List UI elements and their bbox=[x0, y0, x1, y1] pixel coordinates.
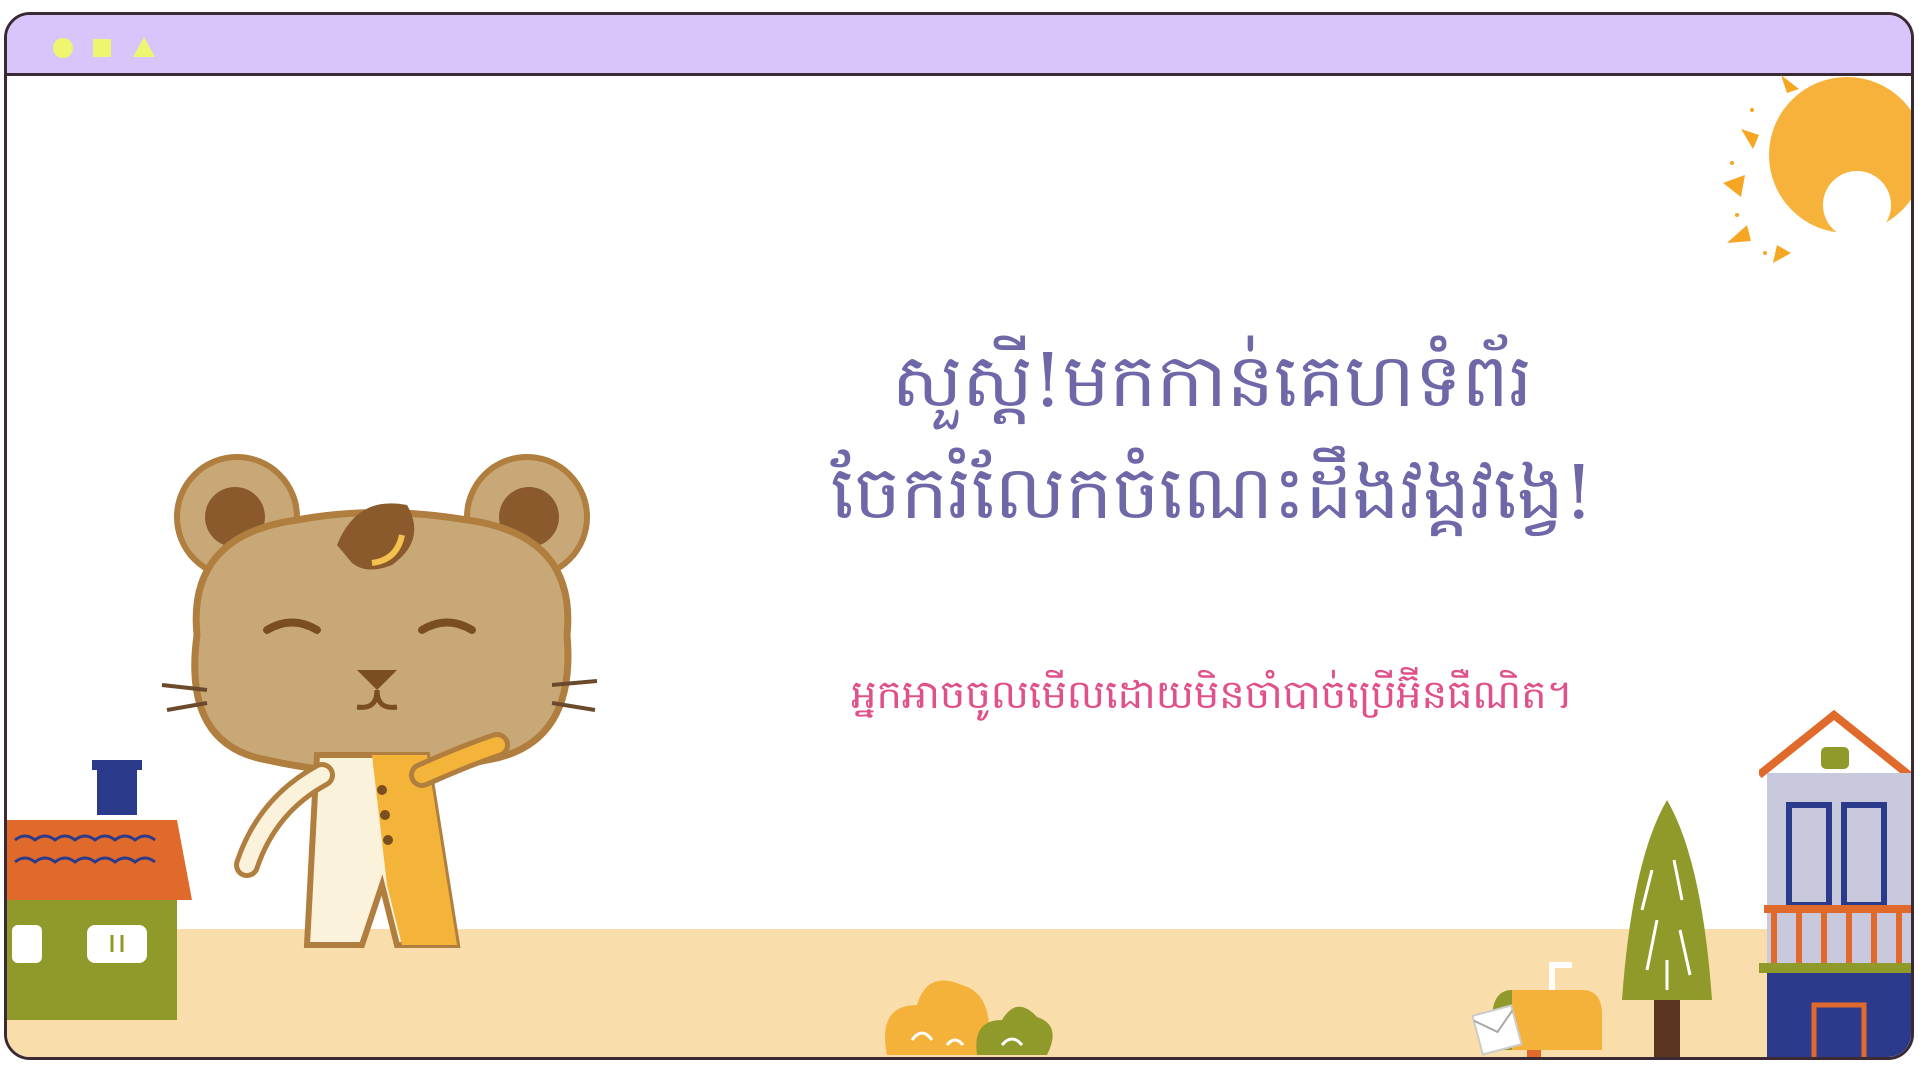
triangle-icon[interactable] bbox=[133, 37, 155, 57]
circle-icon[interactable] bbox=[53, 38, 73, 58]
browser-window: សួស្តី!មកកាន់គេហទំព័រ ចែករំលែកចំណេះដឹងវង… bbox=[4, 12, 1914, 1060]
page-subtitle: អ្នកអាចចូលមើលដោយមិនចាំបាច់ប្រើអ៊ីនធឺណិត។ bbox=[851, 672, 1573, 718]
tree-icon bbox=[1622, 800, 1712, 1057]
sun-icon bbox=[1723, 75, 1911, 263]
title-line-1: សួស្តី!មកកាន់គេហទំព័រ bbox=[891, 338, 1533, 424]
house-right bbox=[1759, 709, 1911, 1057]
title-line-2: ចែករំលែកចំណេះដឹងវង្គវង្វេ! bbox=[830, 450, 1594, 536]
square-icon[interactable] bbox=[93, 39, 111, 57]
mailbox-icon bbox=[1472, 962, 1602, 1057]
bear-character bbox=[161, 454, 597, 948]
bush-icon bbox=[885, 980, 1053, 1055]
window-titlebar bbox=[7, 15, 1911, 76]
page-title: សួស្តី!មកកាន់គេហទំព័រ ចែករំលែកចំណេះដឹងវង… bbox=[747, 325, 1677, 549]
